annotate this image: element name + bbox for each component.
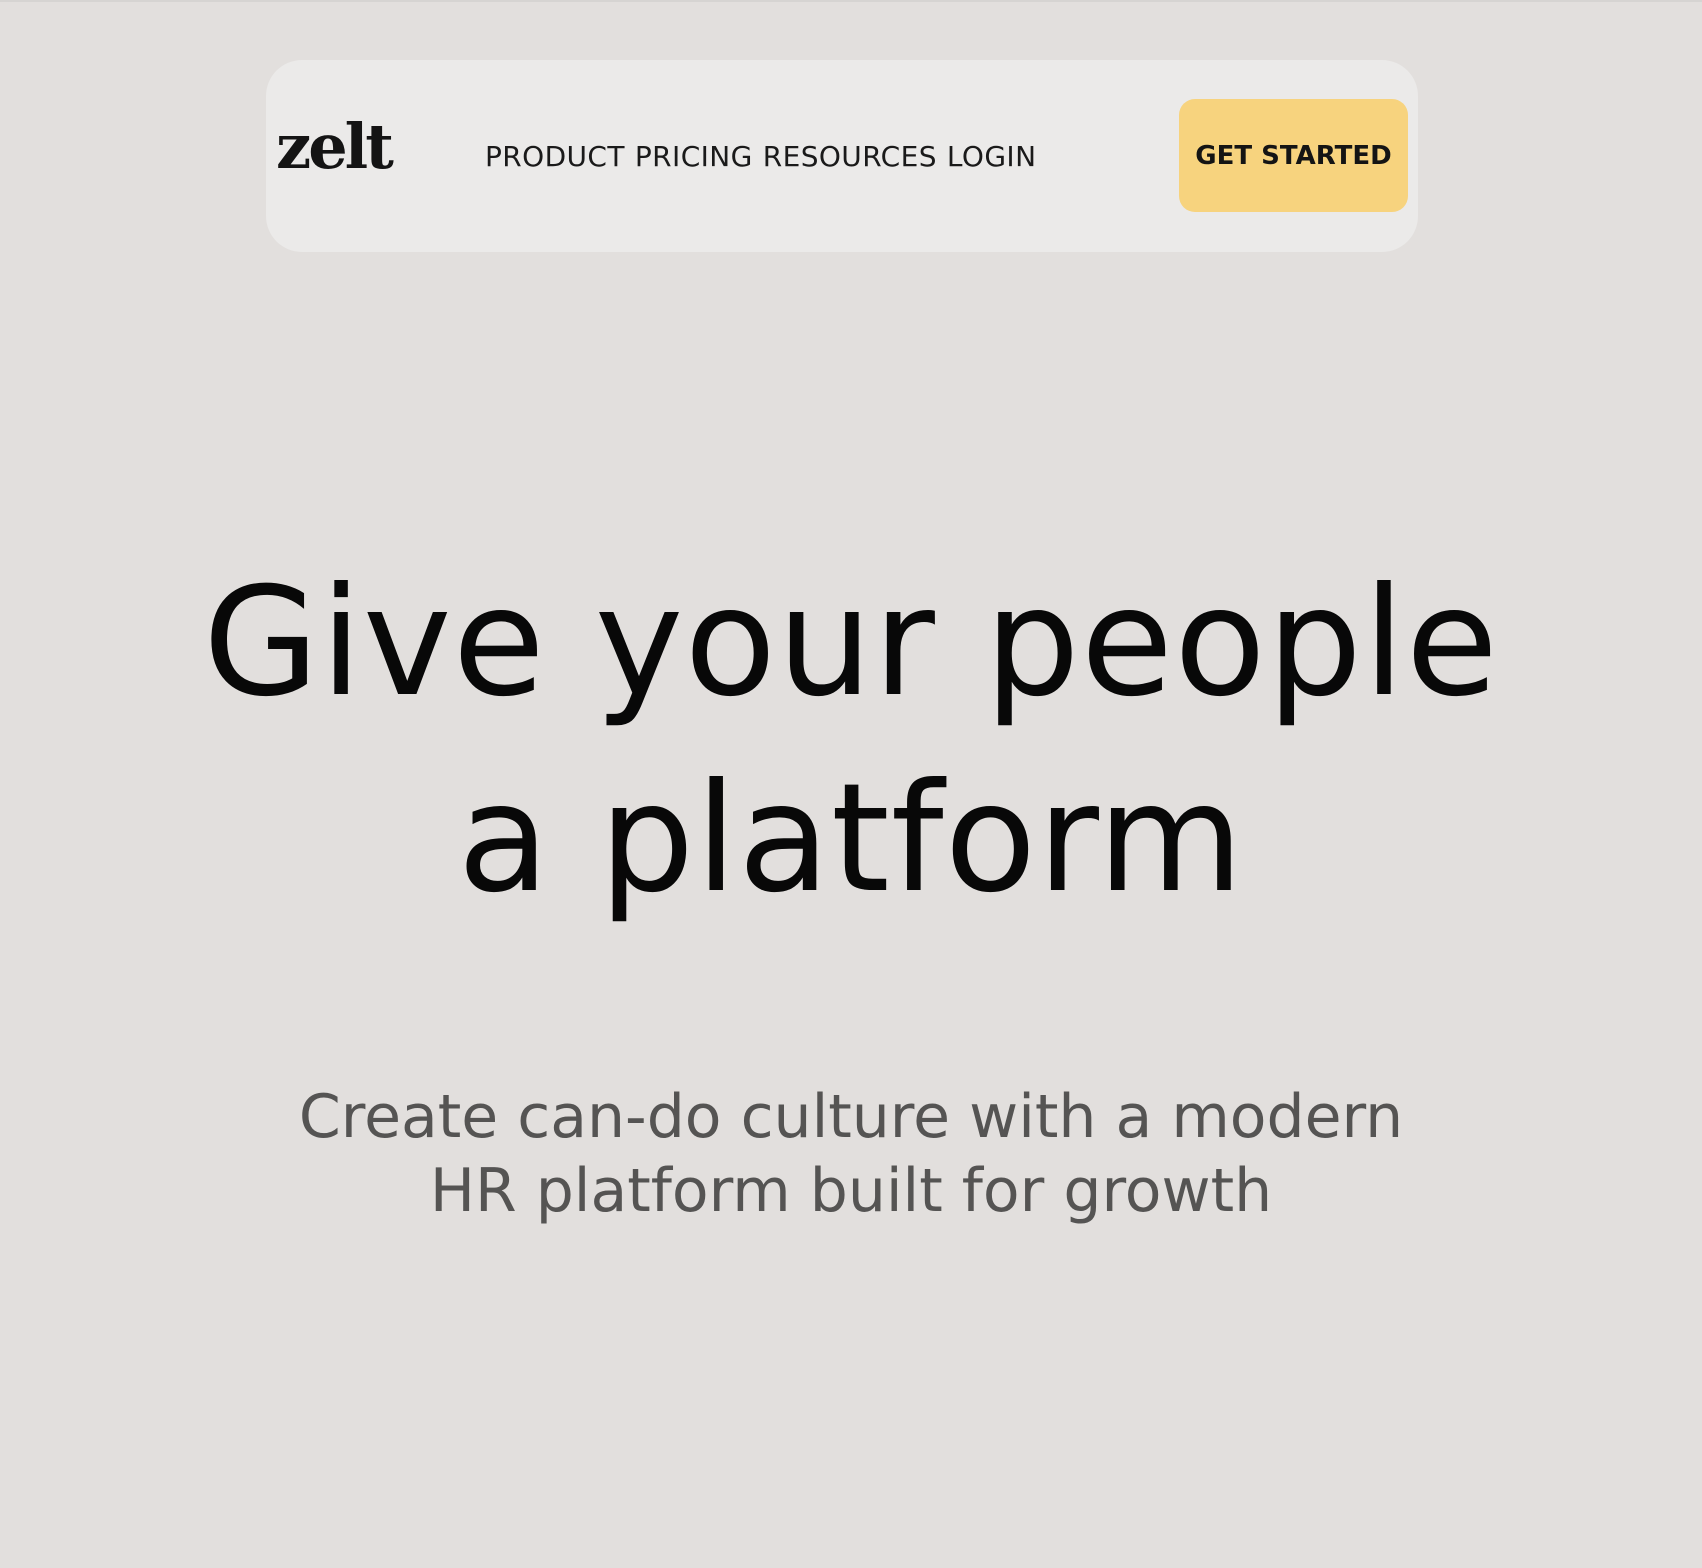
nav-link-resources[interactable]: RESOURCES xyxy=(763,140,937,173)
nav-link-login[interactable]: LOGIN xyxy=(947,140,1037,173)
hero-subtitle-line-2: HR platform built for growth xyxy=(429,1156,1273,1226)
zelt-logo[interactable]: zelt xyxy=(276,116,394,178)
hero-subtitle-line-1: Create can-do culture with a modern xyxy=(298,1082,1404,1152)
get-started-button[interactable]: GET STARTED xyxy=(1179,99,1408,212)
nav-link-pricing[interactable]: PRICING xyxy=(635,140,753,173)
nav-link-product[interactable]: PRODUCT xyxy=(485,140,625,173)
navbar: zelt PRODUCT PRICING RESOURCES LOGIN GET… xyxy=(266,60,1418,252)
nav-links: PRODUCT PRICING RESOURCES LOGIN xyxy=(485,60,1036,252)
top-border xyxy=(0,0,1702,2)
hero-title: Give your people a platform xyxy=(0,545,1702,937)
hero-title-line-2: a platform xyxy=(457,752,1245,926)
hero-subtitle: Create can-do culture with a modern HR p… xyxy=(0,1080,1702,1228)
hero-title-line-1: Give your people xyxy=(202,556,1500,730)
